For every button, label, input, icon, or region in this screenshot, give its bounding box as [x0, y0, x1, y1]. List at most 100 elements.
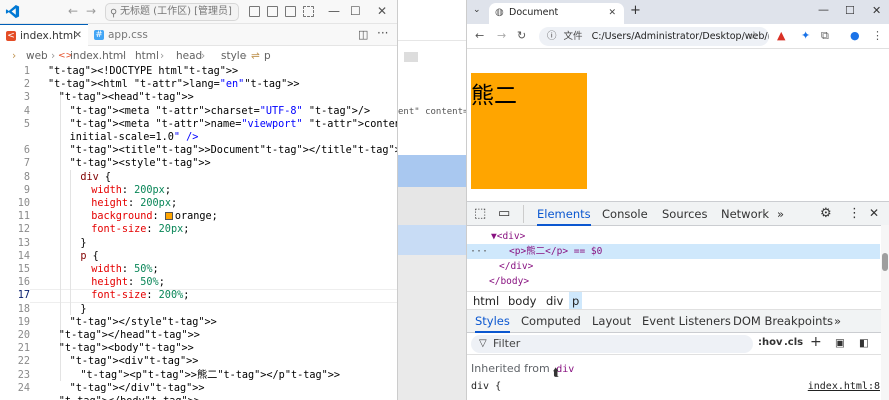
close-tab-icon[interactable]: ✕	[608, 3, 616, 23]
minimize-icon[interactable]: —	[818, 3, 829, 16]
tab-sources[interactable]: Sources	[662, 202, 708, 226]
forward-arrow-icon[interactable]: →	[86, 4, 96, 18]
style-rule-selector[interactable]: div {	[471, 381, 501, 392]
reload-icon[interactable]: ↻	[517, 29, 526, 42]
new-style-rule-icon[interactable]: +	[810, 334, 822, 350]
divider	[397, 184, 398, 185]
toggle-panel-icon[interactable]	[267, 6, 278, 17]
back-arrow-icon[interactable]: ←	[475, 29, 484, 42]
dom-node-p[interactable]: <p>熊二</p> == $0	[509, 244, 602, 259]
line-number: 19	[17, 316, 30, 328]
device-toolbar-icon[interactable]: ▭	[498, 206, 510, 221]
breadcrumb-index-html[interactable]: index.html	[70, 47, 126, 65]
toggle-sidebar-icon[interactable]	[249, 6, 260, 17]
dom-node-div-open[interactable]: ▼<div>	[491, 229, 525, 244]
code-line: }	[80, 303, 87, 315]
styles-filter-input[interactable]: ▽ Filter	[471, 335, 753, 353]
more-actions-icon[interactable]: ···	[377, 26, 388, 40]
line-number: 22	[17, 356, 30, 368]
crumb-html[interactable]: html	[470, 292, 502, 310]
background-code-text: ent" content="width=devic	[398, 107, 466, 117]
vscode-title-bar: ← → ⚲ 无标题 (工作区) [管理员] — ☐ ✕	[0, 0, 397, 24]
tab-search-chevron-icon[interactable]: ⌄	[473, 5, 481, 15]
line-number: 4	[23, 105, 30, 117]
toggle-secondary-sidebar-icon[interactable]	[285, 6, 296, 17]
scrollbar-thumb[interactable]	[882, 253, 888, 271]
address-bar[interactable]: ⓘ 文件 C:/Users/Administrator/Desktop/web/…	[539, 27, 769, 46]
color-swatch-icon[interactable]	[164, 212, 173, 221]
breadcrumb-separator-icon: ›	[201, 50, 206, 62]
tab-app-css[interactable]: # app.css	[88, 24, 158, 46]
breadcrumb-web[interactable]: web	[26, 47, 48, 65]
tab-console[interactable]: Console	[602, 202, 648, 226]
dom-node-body-close[interactable]: </body>	[489, 274, 529, 289]
breadcrumb-separator-icon: ›	[243, 50, 248, 62]
hov-button[interactable]: :hov	[758, 337, 783, 348]
vscode-logo-icon	[5, 4, 20, 19]
crumb-body[interactable]: body	[505, 292, 539, 310]
line-number: 11	[17, 211, 30, 223]
back-arrow-icon[interactable]: ←	[68, 4, 78, 18]
inspect-element-icon[interactable]: ⬚	[474, 206, 486, 221]
minimize-icon[interactable]: —	[328, 4, 340, 18]
extension-icon[interactable]: ✦	[801, 29, 810, 42]
shaded-region	[398, 187, 466, 225]
close-icon[interactable]: ✕	[377, 4, 387, 18]
more-dots-icon[interactable]: ···	[470, 244, 488, 259]
profile-avatar-icon[interactable]: ●	[850, 29, 860, 42]
devtools-scrollbar[interactable]	[881, 225, 889, 400]
forward-arrow-icon[interactable]: →	[497, 29, 506, 42]
divider	[523, 205, 524, 223]
tab-index-html[interactable]: < index.html ✕	[0, 24, 88, 46]
crumb-div[interactable]: div	[543, 292, 566, 310]
tab-event-listeners[interactable]: Event Listeners	[642, 310, 731, 333]
style-rule-source-link[interactable]: index.html:8	[808, 381, 880, 392]
tab-dom-breakpoints[interactable]: DOM Breakpoints	[733, 310, 833, 333]
crumb-p[interactable]: p	[569, 292, 583, 310]
more-menu-icon[interactable]: ⋮	[872, 29, 883, 42]
toggle-sidebar-icon[interactable]: ◧	[859, 337, 869, 349]
maximize-icon[interactable]: ☐	[350, 4, 361, 18]
globe-icon: ◍	[495, 7, 504, 18]
tab-styles[interactable]: Styles	[475, 310, 510, 333]
breadcrumb-p[interactable]: p	[264, 47, 271, 65]
line-number	[0, 131, 30, 144]
more-tabs-icon[interactable]: »	[777, 202, 784, 226]
cls-button[interactable]: .cls	[784, 337, 803, 348]
filter-placeholder: Filter	[493, 337, 521, 350]
maximize-icon[interactable]: ☐	[845, 4, 855, 17]
extensions-puzzle-icon[interactable]: ⧉	[821, 29, 829, 43]
command-center-search[interactable]: ⚲ 无标题 (工作区) [管理员]	[105, 3, 239, 21]
close-tab-icon[interactable]: ✕	[74, 25, 82, 47]
dom-node-div-close[interactable]: </div>	[499, 259, 533, 274]
more-options-icon[interactable]: ⋮	[848, 206, 861, 221]
bookmark-star-icon[interactable]: ☆	[749, 29, 759, 42]
filter-funnel-icon: ▽	[479, 338, 487, 349]
more-subtabs-icon[interactable]: »	[834, 310, 841, 333]
breadcrumb-html[interactable]: html	[135, 47, 159, 65]
new-tab-icon[interactable]: +	[630, 3, 641, 18]
extension-icon[interactable]: ▲	[777, 29, 785, 42]
computed-styles-toggle-icon[interactable]: ▣	[835, 337, 845, 349]
close-devtools-icon[interactable]: ✕	[869, 206, 879, 220]
line-number: 24	[17, 382, 30, 394]
breadcrumb-separator-icon: ›	[51, 50, 56, 62]
tab-layout[interactable]: Layout	[592, 310, 631, 333]
browser-tab[interactable]: ◍ Document ✕	[489, 3, 624, 24]
customize-layout-icon[interactable]	[303, 6, 314, 17]
tab-computed[interactable]: Computed	[521, 310, 581, 333]
code-line: height: 50%;	[91, 277, 165, 289]
chrome-window: ⌄ ◍ Document ✕ + — ☐ ✕ ← → ↻ ⓘ 文件 C:/Use…	[466, 0, 889, 400]
line-number: 2	[23, 79, 30, 91]
breadcrumb-head[interactable]: head	[176, 47, 202, 65]
close-icon[interactable]: ✕	[872, 4, 881, 17]
split-editor-icon[interactable]: ◫	[358, 28, 368, 41]
code-editor[interactable]: 1 2 3 4 5 6 7 8 9 10 11 12 13 14 15 16 17 18 19 20 21 22 23 24 …	[0, 65, 397, 400]
settings-gear-icon[interactable]: ⚙	[820, 206, 832, 221]
tab-network[interactable]: Network	[721, 202, 769, 226]
line-number: 6	[23, 145, 30, 157]
code-line: "t-tag"></div"t-tag">>	[69, 382, 205, 394]
code-line: "t-tag"></body"t-tag">>	[59, 395, 200, 400]
tab-elements[interactable]: Elements	[537, 202, 591, 226]
chrome-toolbar: ← → ↻ ⓘ 文件 C:/Users/Administrator/Deskto…	[467, 24, 889, 49]
